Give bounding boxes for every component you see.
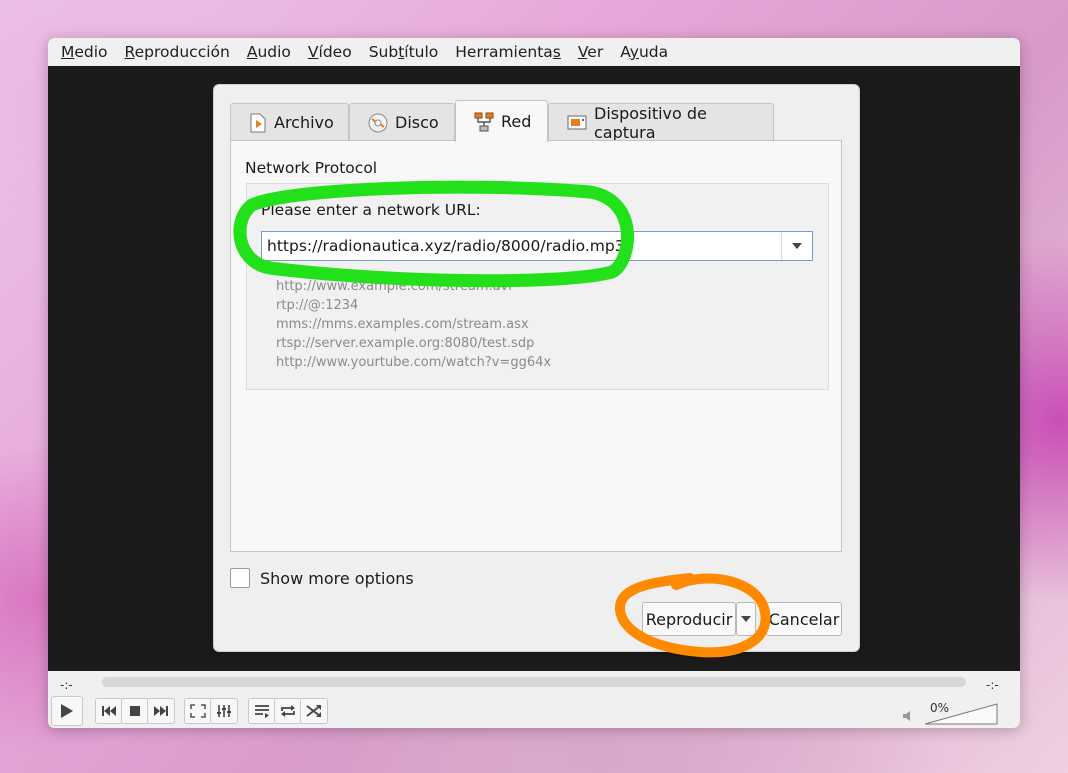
previous-icon — [102, 706, 116, 716]
open-media-dialog: Archivo Disco Red Dispositivo de captura… — [213, 84, 860, 652]
tab-archivo-label: Archivo — [274, 113, 334, 132]
remaining-time: -:- — [986, 678, 999, 692]
previous-button[interactable] — [95, 698, 123, 724]
network-tab-panel: Network Protocol Please enter a network … — [230, 140, 842, 552]
shuffle-button[interactable] — [300, 698, 328, 724]
network-protocol-group: Please enter a network URL: https://radi… — [246, 183, 829, 390]
next-icon — [154, 706, 168, 716]
shuffle-icon — [306, 705, 321, 717]
fullscreen-button[interactable] — [184, 698, 212, 724]
example-url: rtp://@:1234 — [276, 298, 359, 313]
tab-disco[interactable]: Disco — [349, 103, 455, 141]
example-url: http://www.yourtube.com/watch?v=gg64x — [276, 355, 552, 370]
tab-dispositivo-label: Dispositivo de captura — [594, 103, 707, 142]
disc-icon — [368, 113, 388, 133]
network-url-combobox[interactable]: https://radionautica.xyz/radio/8000/radi… — [261, 231, 813, 261]
url-examples: http://www.example.com/stream.avi rtp://… — [276, 277, 551, 372]
tab-dispositivo-de-captura[interactable]: Dispositivo de captura — [548, 103, 774, 142]
volume-slider[interactable] — [924, 703, 998, 725]
reproducir-dropdown-button[interactable] — [736, 602, 756, 636]
stop-button[interactable] — [121, 698, 149, 724]
cancelar-label: Cancelar — [768, 609, 840, 629]
seek-slider[interactable] — [102, 677, 966, 687]
loop-icon — [281, 705, 295, 717]
elapsed-time: -:- — [60, 678, 73, 692]
extended-settings-icon — [217, 705, 231, 717]
menu-audio[interactable]: Audio — [239, 43, 299, 61]
url-dropdown-button[interactable] — [781, 232, 812, 260]
menu-medio[interactable]: Medio — [53, 43, 116, 61]
speaker-muted-icon[interactable] — [902, 711, 912, 721]
reproducir-button[interactable]: Reproducir — [642, 602, 736, 636]
playlist-icon — [255, 705, 269, 718]
playback-controls: -:- -:- 0% — [48, 671, 1020, 728]
capture-device-icon — [567, 114, 587, 132]
extended-settings-button[interactable] — [210, 698, 238, 724]
chevron-down-icon — [792, 243, 802, 249]
network-protocol-title: Network Protocol — [245, 159, 378, 177]
menu-bar: Medio Reproducción Audio Vídeo Subtítulo… — [48, 38, 1020, 66]
network-url-input[interactable]: https://radionautica.xyz/radio/8000/radi… — [262, 237, 781, 255]
show-more-options-label: Show more options — [260, 568, 414, 588]
tab-disco-label: Disco — [395, 113, 439, 132]
next-button[interactable] — [147, 698, 175, 724]
tab-red[interactable]: Red — [455, 100, 548, 142]
playlist-button[interactable] — [248, 698, 276, 724]
menu-herramientas[interactable]: Herramientas — [447, 43, 569, 61]
example-url: rtsp://server.example.org:8080/test.sdp — [276, 336, 535, 351]
network-url-label: Please enter a network URL: — [261, 201, 481, 219]
stop-icon — [130, 706, 140, 716]
file-play-icon — [249, 113, 267, 133]
tab-red-label: Red — [501, 112, 532, 131]
show-more-options[interactable]: Show more options — [230, 568, 414, 588]
show-more-options-checkbox[interactable] — [230, 568, 250, 588]
network-icon — [474, 112, 494, 132]
menu-ver[interactable]: Ver — [570, 43, 611, 61]
fullscreen-icon — [190, 704, 206, 718]
example-url: mms://mms.examples.com/stream.asx — [276, 317, 529, 332]
menu-ayuda[interactable]: Ayuda — [612, 43, 676, 61]
play-icon — [61, 704, 73, 718]
menu-reproduccion[interactable]: Reproducción — [117, 43, 238, 61]
loop-button[interactable] — [274, 698, 302, 724]
chevron-down-icon — [741, 615, 751, 622]
menu-subtitulo[interactable]: Subtítulo — [361, 43, 447, 61]
cancelar-button[interactable]: Cancelar — [766, 602, 842, 636]
reproducir-label: Reproducir — [645, 609, 733, 629]
menu-video[interactable]: Vídeo — [300, 43, 360, 61]
tab-archivo[interactable]: Archivo — [230, 103, 349, 141]
example-url: http://www.example.com/stream.avi — [276, 279, 512, 294]
play-button[interactable] — [51, 696, 83, 726]
